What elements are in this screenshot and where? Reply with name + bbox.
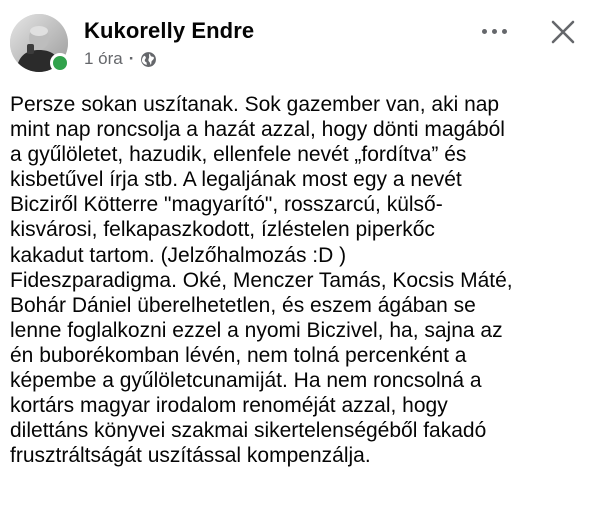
post-text-line: lenne foglalkozni ezzel a nyomi Biczivel… — [10, 318, 503, 342]
post-text-line: kisvárosi, felkapaszkodott, ízléstelen p… — [10, 218, 435, 242]
facebook-post: Kukorelly Endre 1 óra · Persze sokan usz… — [0, 0, 590, 516]
post-text: Persze sokan uszítanak. Sok gazember van… — [10, 92, 586, 468]
post-header: Kukorelly Endre 1 óra · — [0, 0, 590, 80]
post-text-line: képembe a gyűlöletcunamiját. Ha nem ronc… — [10, 369, 482, 393]
post-text-line: kisbetűvel írja stb. A legaljának most e… — [10, 168, 462, 192]
author-name[interactable]: Kukorelly Endre — [84, 18, 254, 44]
online-status-dot — [50, 53, 70, 73]
close-button[interactable] — [543, 12, 583, 52]
post-text-line: én buborékomban lévén, nem tolná percenk… — [10, 343, 467, 367]
post-time[interactable]: 1 óra — [84, 49, 123, 69]
globe-icon[interactable] — [140, 51, 157, 68]
post-text-line: frusztráltságát uszítással kompenzálja. — [10, 444, 371, 468]
post-meta: 1 óra · — [84, 49, 157, 69]
more-horizontal-icon-dot — [501, 28, 507, 34]
post-text-line: mint nap roncsolja a hazát azzal, hogy d… — [10, 118, 505, 142]
more-options-button[interactable] — [472, 14, 516, 48]
author-avatar-wrapper[interactable] — [10, 14, 70, 73]
post-text-line: Fideszparadigma. Oké, Menczer Tamás, Koc… — [10, 268, 513, 292]
more-horizontal-icon-dot — [481, 28, 487, 34]
post-text-line: kakadut tartom. (Jelzőhalmozás :D ) — [10, 243, 347, 267]
post-text-line: Bicziről Kötterre "magyarító", rosszarcú… — [10, 193, 443, 217]
close-icon — [551, 20, 575, 44]
post-text-line: a gyűlöletet, hazudik, ellenfele nevét „… — [10, 143, 467, 167]
meta-separator: · — [128, 49, 135, 68]
post-text-line: kortárs magyar irodalom renoméját azzal,… — [10, 394, 448, 418]
post-text-line: dilettáns könyvei szakmai sikertelenségé… — [10, 419, 487, 443]
more-horizontal-icon-dot — [491, 28, 497, 34]
post-text-line: Bohár Dániel überelhetetlen, és eszem ág… — [10, 293, 476, 317]
post-text-line: Persze sokan uszítanak. Sok gazember van… — [10, 93, 500, 116]
